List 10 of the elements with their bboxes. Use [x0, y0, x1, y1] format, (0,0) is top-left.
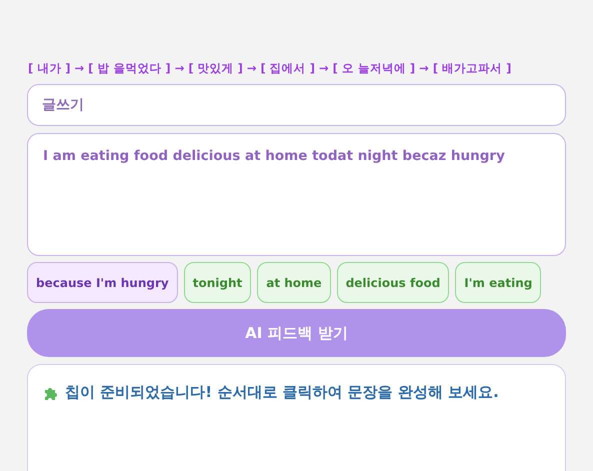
- title-field[interactable]: 글쓰기: [27, 84, 566, 126]
- answer-field[interactable]: I am eating food delicious at home todat night becaz hungry: [27, 133, 566, 256]
- word-chip[interactable]: delicious food: [336, 262, 450, 303]
- feedback-button[interactable]: AI 피드백 받기: [27, 309, 566, 357]
- word-chip[interactable]: tonight: [184, 262, 252, 303]
- word-chip[interactable]: at home: [257, 262, 331, 303]
- word-order-hint: [ 내가 ] → [ 밥 을먹었다 ] → [ 맛있게 ] → [ 집에서 ] → [ 오 늘저녁에 ] → [ 배가고파서 ]: [28, 61, 512, 76]
- word-chip[interactable]: because I'm hungry: [27, 262, 178, 303]
- result-message: 칩이 준비되었습니다! 순서대로 클릭하여 문장을 완성해 보세요.: [65, 383, 499, 402]
- word-chip[interactable]: I'm eating: [455, 262, 542, 303]
